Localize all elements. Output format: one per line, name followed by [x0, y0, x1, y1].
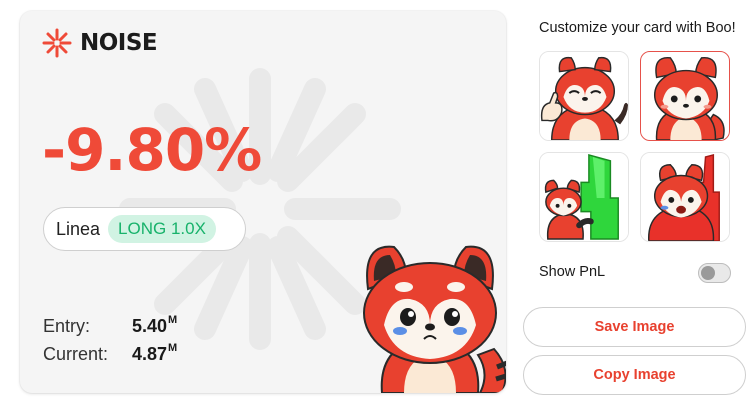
- red-panda-sad-icon: [363, 245, 506, 393]
- toggle-knob: [701, 266, 715, 280]
- brand: NOISE: [42, 28, 158, 58]
- show-pnl-label: Show PnL: [539, 264, 606, 280]
- red-panda-red-candle-icon: [641, 153, 729, 241]
- position-pill: Linea LONG 1.0X: [43, 207, 246, 251]
- pnl-card: NOISE -9.80% Linea LONG 1.0X Entry: 5.40…: [20, 11, 506, 393]
- entry-label: Entry:: [43, 316, 91, 336]
- mascot-option-thumbs-up[interactable]: [539, 51, 629, 141]
- copy-image-button[interactable]: Copy Image: [523, 355, 746, 395]
- red-panda-green-candle-icon: [540, 153, 628, 241]
- current-value: 4.87M: [132, 342, 178, 364]
- pnl-percentage: -9.80%: [42, 116, 262, 184]
- mascot-option-sitting[interactable]: [640, 51, 730, 141]
- long-badge: LONG 1.0X: [108, 215, 216, 243]
- current-row: Current: 4.87M: [43, 342, 178, 372]
- mascot-option-red-candle[interactable]: [640, 152, 730, 242]
- save-image-button[interactable]: Save Image: [523, 307, 746, 347]
- red-panda-sitting-icon: [641, 52, 729, 140]
- show-pnl-toggle[interactable]: [698, 263, 731, 283]
- brand-name: NOISE: [80, 30, 158, 56]
- red-panda-thumbs-up-icon: [540, 52, 628, 140]
- entry-value: 5.40M: [132, 314, 178, 336]
- price-stats: Entry: 5.40M Current: 4.87M: [43, 314, 178, 372]
- mascot-option-green-candle[interactable]: [539, 152, 629, 242]
- pair-name: Linea: [56, 218, 101, 239]
- customize-title: Customize your card with Boo!: [539, 20, 736, 36]
- entry-row: Entry: 5.40M: [43, 314, 178, 344]
- noise-logo-icon: [42, 28, 72, 58]
- current-label: Current:: [43, 344, 109, 364]
